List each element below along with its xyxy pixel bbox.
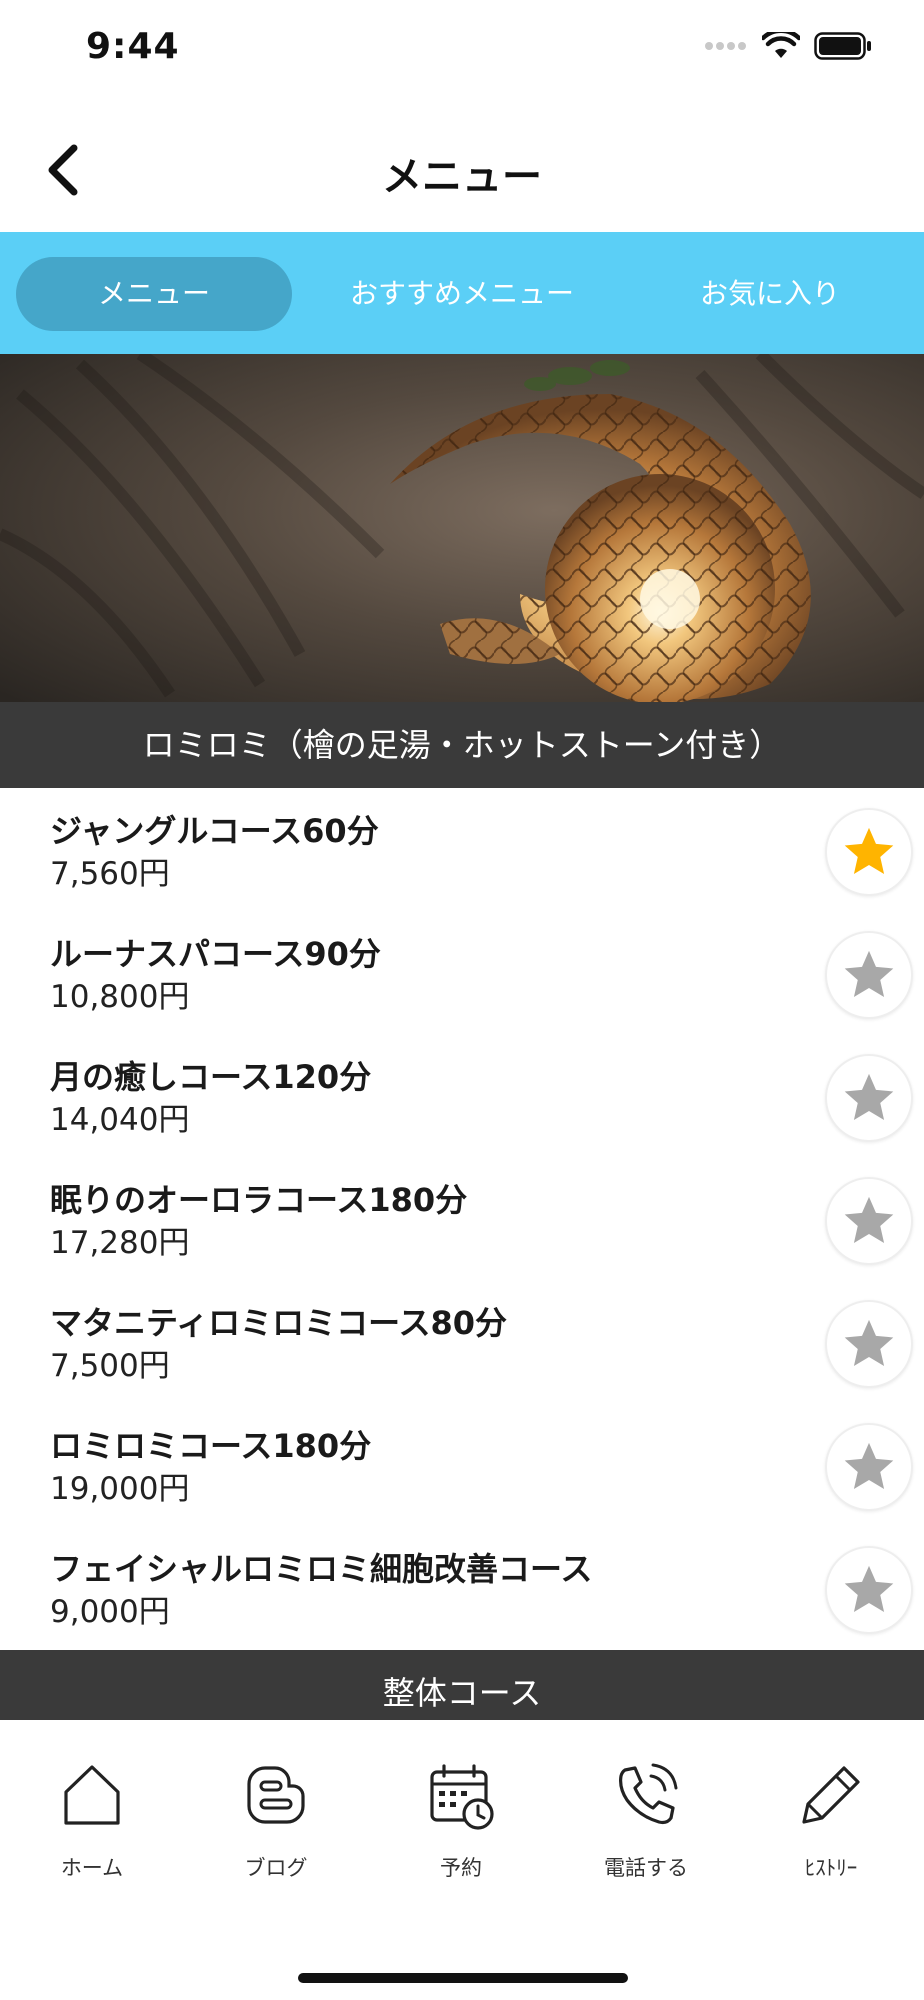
- navigation-bar: メニュー: [0, 100, 924, 232]
- tabbar-label: ホーム: [60, 1856, 124, 1880]
- item-price: 19,000円: [50, 1471, 190, 1507]
- item-name: ジャングルコース60分: [50, 812, 379, 850]
- item-price: 7,500円: [50, 1348, 170, 1384]
- star-icon: [844, 1196, 894, 1244]
- favorite-button[interactable]: [825, 1177, 913, 1265]
- tabbar-reservation[interactable]: 予約: [386, 1760, 536, 1882]
- list-item[interactable]: 眠りのオーロラコース180分 17,280円: [0, 1157, 924, 1280]
- star-icon: [844, 1442, 894, 1490]
- tab-menu[interactable]: メニュー: [16, 257, 292, 331]
- tabbar-history[interactable]: ﾋｽﾄﾘｰ: [756, 1760, 906, 1882]
- wifi-icon: [762, 32, 800, 58]
- tab-recommended[interactable]: おすすめメニュー: [308, 257, 616, 331]
- page-title: メニュー: [382, 154, 542, 200]
- item-price: 14,040円: [50, 1102, 190, 1138]
- calendar-icon: [430, 1764, 494, 1830]
- hero-image: [0, 354, 924, 702]
- favorite-button[interactable]: [825, 1546, 913, 1634]
- item-name: フェイシャルロミロミ細胞改善コース: [50, 1550, 593, 1588]
- tabbar-label: ブログ: [244, 1856, 308, 1880]
- section-header: 整体コース: [0, 1650, 924, 1720]
- segment-tabs: メニュー おすすめメニュー お気に入り: [0, 232, 924, 354]
- item-name: マタニティロミロミコース80分: [50, 1304, 508, 1342]
- tabbar-label: 予約: [440, 1856, 482, 1880]
- phone-icon: [619, 1763, 678, 1825]
- star-icon: [844, 950, 894, 998]
- status-icons: [704, 32, 872, 60]
- item-price: 10,800円: [50, 979, 190, 1015]
- signal-icon: [705, 42, 746, 50]
- bottom-tab-bar: ホーム ブログ 予約 電話する ﾋｽﾄﾘｰ: [0, 1720, 924, 2000]
- menu-list: ジャングルコース60分 7,560円 ルーナスパコース90分 10,800円 月…: [0, 788, 924, 1649]
- list-item[interactable]: フェイシャルロミロミ細胞改善コース 9,000円: [0, 1526, 924, 1649]
- favorite-button[interactable]: [825, 931, 913, 1019]
- favorite-button[interactable]: [825, 1054, 913, 1142]
- list-item[interactable]: ルーナスパコース90分 10,800円: [0, 911, 924, 1034]
- tabbar-home[interactable]: ホーム: [17, 1760, 167, 1882]
- tabbar-blog[interactable]: ブログ: [201, 1760, 351, 1882]
- home-icon: [64, 1765, 120, 1825]
- item-price: 9,000円: [50, 1594, 170, 1630]
- star-icon: [844, 1565, 894, 1613]
- list-item[interactable]: ジャングルコース60分 7,560円: [0, 788, 924, 911]
- section-header: ロミロミ（檜の足湯・ホットストーン付き）: [0, 702, 924, 788]
- blog-icon: [247, 1766, 305, 1824]
- favorite-button[interactable]: [825, 1300, 913, 1388]
- star-icon: [844, 1073, 894, 1121]
- pencil-icon: [802, 1766, 860, 1824]
- list-item[interactable]: マタニティロミロミコース80分 7,500円: [0, 1280, 924, 1403]
- status-time: 9:44: [86, 26, 180, 67]
- favorite-button[interactable]: [825, 808, 913, 896]
- item-price: 17,280円: [50, 1225, 190, 1261]
- tab-favorites[interactable]: お気に入り: [632, 257, 908, 331]
- list-item[interactable]: ロミロミコース180分 19,000円: [0, 1403, 924, 1526]
- favorite-button[interactable]: [825, 1423, 913, 1511]
- home-indicator: [298, 1973, 628, 1983]
- tabbar-label: ﾋｽﾄﾘｰ: [804, 1856, 858, 1880]
- list-item[interactable]: 月の癒しコース120分 14,040円: [0, 1034, 924, 1157]
- tabbar-label: 電話する: [604, 1856, 688, 1880]
- battery-icon: [814, 32, 871, 60]
- item-name: ロミロミコース180分: [50, 1427, 372, 1465]
- item-price: 7,560円: [50, 856, 170, 892]
- star-icon: [844, 827, 894, 875]
- item-name: ルーナスパコース90分: [50, 935, 381, 973]
- item-name: 月の癒しコース120分: [50, 1058, 372, 1096]
- status-bar: 9:44: [0, 0, 924, 100]
- star-icon: [844, 1319, 894, 1367]
- item-name: 眠りのオーロラコース180分: [50, 1181, 468, 1219]
- tabbar-call[interactable]: 電話する: [571, 1760, 721, 1882]
